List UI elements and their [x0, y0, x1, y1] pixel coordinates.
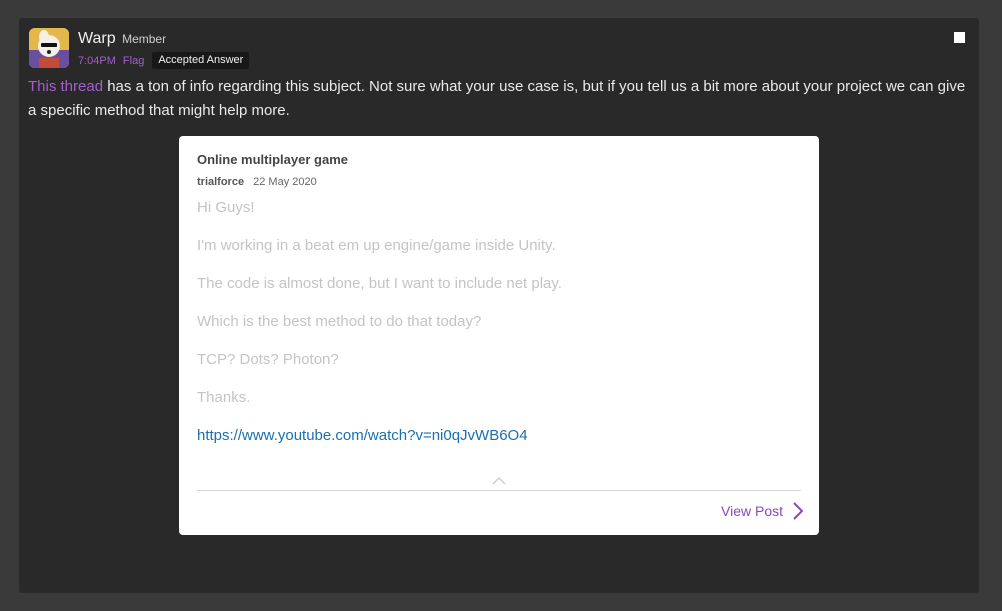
avatar[interactable]	[29, 28, 69, 68]
youtube-link[interactable]: https://www.youtube.com/watch?v=ni0qJvWB…	[197, 427, 528, 444]
view-post-label: View Post	[721, 503, 783, 519]
post-message: This thread has a ton of info regarding …	[28, 75, 968, 123]
accepted-answer-badge: Accepted Answer	[152, 52, 250, 69]
thread-link[interactable]: This thread	[28, 78, 103, 95]
chevron-right-icon	[793, 502, 803, 520]
post-meta: 7:04PM Flag Accepted Answer	[78, 52, 250, 69]
avatar-image-icon	[29, 28, 69, 68]
embed-line: The code is almost done, but I want to i…	[197, 275, 562, 292]
embed-body: Hi Guys! I'm working in a beat em up eng…	[197, 198, 562, 464]
embed-date: 22 May 2020	[253, 176, 317, 188]
embed-line: Hi Guys!	[197, 199, 255, 216]
role-label: Member	[122, 32, 167, 46]
embed-line: I'm working in a beat em up engine/game …	[197, 237, 556, 254]
embed-line: TCP? Dots? Photon?	[197, 351, 339, 368]
embed-line: Which is the best method to do that toda…	[197, 313, 482, 330]
embed-line: Thanks.	[197, 389, 251, 406]
embed-author: trialforce	[197, 176, 245, 188]
embed-author-line: trialforce 22 May 2020	[197, 176, 317, 188]
post-panel: Warp Member 7:04PM Flag Accepted Answer …	[19, 18, 979, 593]
divider	[197, 490, 801, 491]
embed-title[interactable]: Online multiplayer game	[197, 152, 348, 167]
expand-chevron-up-icon[interactable]	[492, 472, 506, 490]
username[interactable]: Warp	[78, 30, 116, 47]
message-text: has a ton of info regarding this subject…	[28, 78, 966, 119]
post-options-icon[interactable]	[954, 32, 965, 43]
view-post-button[interactable]: View Post	[721, 502, 803, 520]
post-author: Warp Member	[78, 30, 166, 48]
flag-button[interactable]: Flag	[123, 55, 144, 67]
post-time[interactable]: 7:04PM	[78, 55, 116, 67]
embedded-post-card: Online multiplayer game trialforce 22 Ma…	[179, 136, 819, 535]
